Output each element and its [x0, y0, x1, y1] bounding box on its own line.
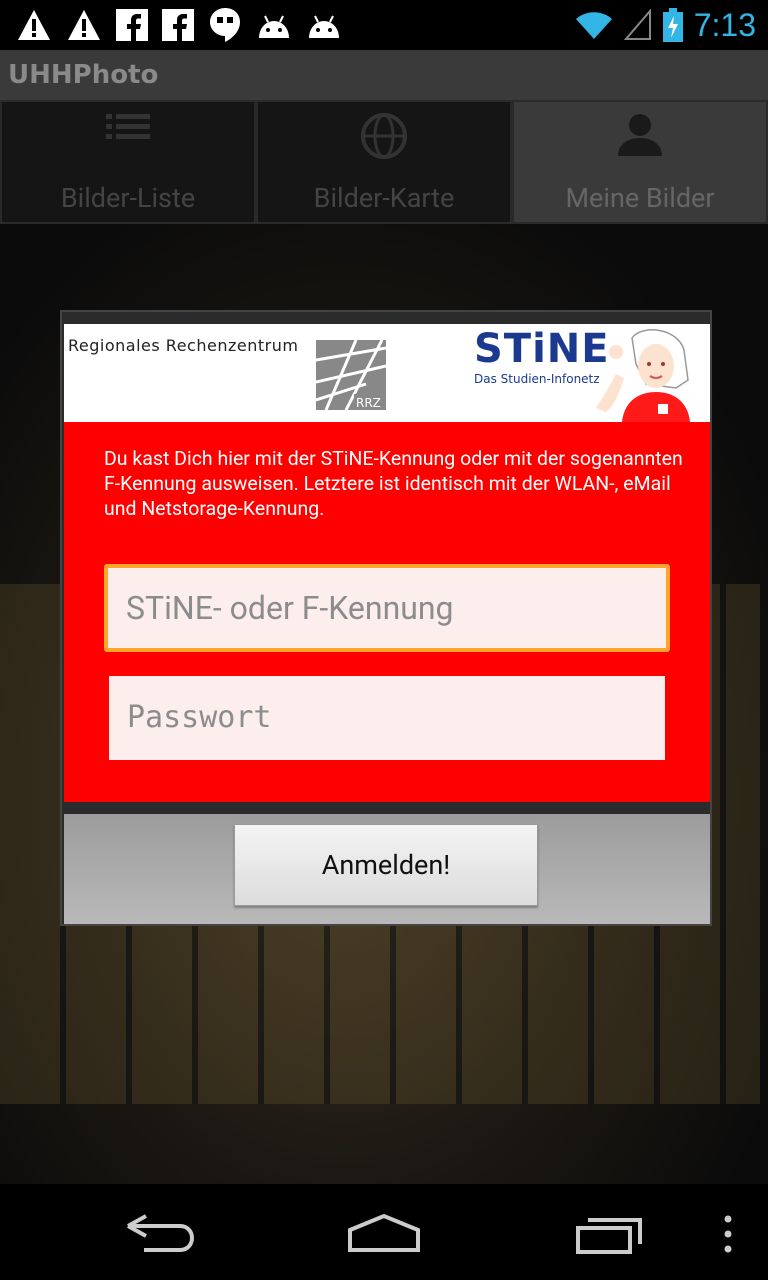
tab-bilder-karte[interactable]: Bilder-Karte [256, 100, 512, 224]
globe-icon [361, 113, 407, 159]
login-button[interactable]: Anmelden! [234, 824, 538, 906]
dialog-button-bar: Anmelden! [64, 814, 710, 924]
facebook-icon [162, 9, 194, 41]
tab-bar: Bilder-Liste Bilder-Karte Meine Bilder [0, 100, 768, 224]
stine-mascot [596, 329, 690, 422]
system-status-icons: 7:13 [574, 4, 756, 46]
password-input[interactable]: Passwort [109, 676, 665, 760]
action-bar: UHHPhoto [0, 50, 768, 100]
battery-charging-icon [662, 8, 683, 42]
tab-bilder-liste[interactable]: Bilder-Liste [0, 100, 256, 224]
signal-icon [623, 9, 651, 40]
overflow-menu-icon[interactable] [722, 1214, 734, 1254]
tab-meine-bilder[interactable]: Meine Bilder [512, 100, 768, 224]
rrz-logo: RRZ [316, 340, 386, 410]
login-instructions: Du kast Dich hier mit der STiNE-Kennung … [104, 447, 683, 520]
status-bar: 7:13 [0, 0, 768, 50]
facebook-icon [116, 9, 148, 41]
wifi-icon [575, 12, 612, 39]
rrz-logo-label: RRZ [356, 396, 381, 410]
android-icon [259, 15, 289, 38]
notification-icons [16, 6, 342, 44]
navigation-bar [0, 1184, 768, 1280]
person-icon [618, 114, 662, 156]
warning-icon [18, 10, 50, 40]
clock: 7:13 [693, 7, 756, 43]
app-title: UHHPhoto [8, 60, 159, 90]
rrz-title: Regionales Rechenzentrum [68, 336, 299, 355]
stine-subtitle: Das Studien-Infonetz [474, 372, 600, 386]
home-icon[interactable] [346, 1212, 422, 1254]
android-icon [309, 15, 339, 38]
recents-icon[interactable] [574, 1214, 646, 1256]
tab-label: Meine Bilder [565, 182, 715, 214]
header-banner: Regionales Rechenzentrum RRZ STiNE Das S… [64, 324, 710, 422]
tab-label: Bilder-Liste [60, 182, 196, 214]
tab-label: Bilder-Karte [313, 182, 455, 214]
stine-logo: STiNE [474, 326, 610, 372]
warning-icon [68, 10, 100, 40]
username-input[interactable]: STiNE- oder F-Kennung [104, 564, 670, 652]
list-icon [106, 114, 150, 139]
back-icon[interactable] [124, 1214, 196, 1254]
hangouts-icon [210, 8, 240, 42]
login-dialog: Regionales Rechenzentrum RRZ STiNE Das S… [60, 310, 712, 926]
login-form-panel: Du kast Dich hier mit der STiNE-Kennung … [64, 422, 710, 802]
